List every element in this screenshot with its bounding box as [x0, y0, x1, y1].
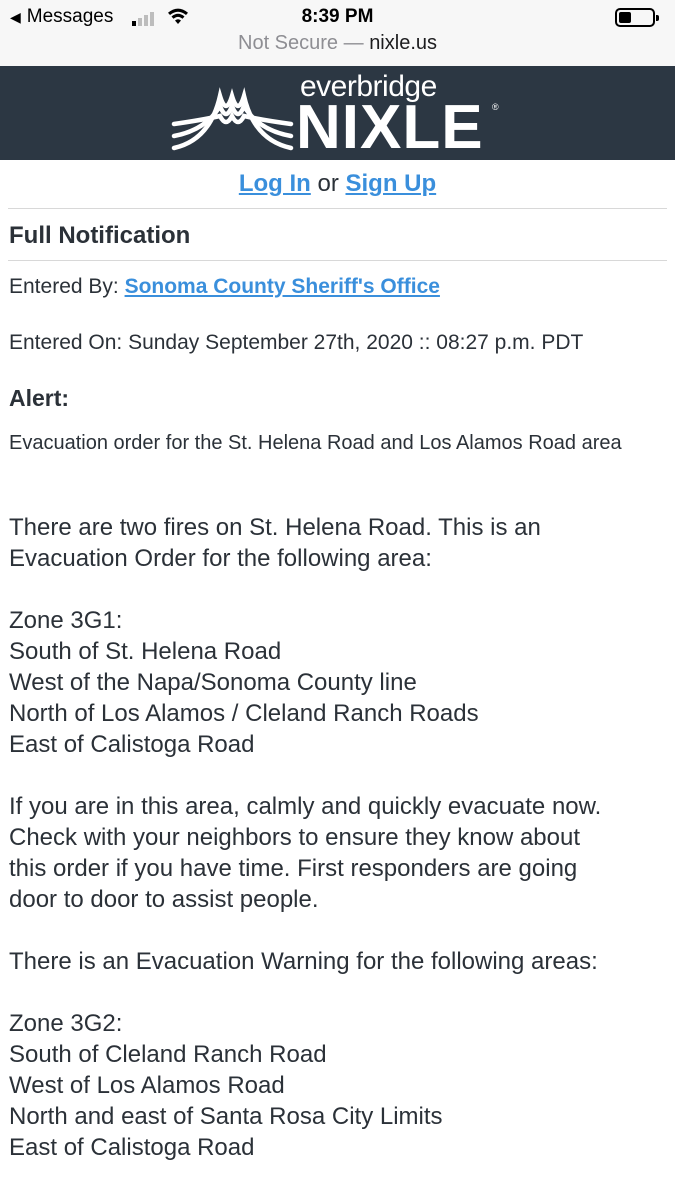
- entered-by: Entered By: Sonoma County Sheriff's Offi…: [9, 275, 440, 299]
- signup-link[interactable]: Sign Up: [346, 170, 437, 197]
- body-line: If you are in this area, calmly and quic…: [9, 793, 602, 820]
- brand-nixle: NIXLE: [296, 93, 484, 162]
- body-line: Evacuation Order for the following area:: [9, 545, 432, 572]
- login-link[interactable]: Log In: [239, 170, 311, 197]
- body-line: this order if you have time. First respo…: [9, 855, 578, 882]
- divider: [8, 208, 667, 209]
- registered-mark-icon: ®: [492, 102, 499, 112]
- url-separator: —: [338, 32, 370, 54]
- body-line: Check with your neighbors to ensure they…: [9, 824, 580, 851]
- body-line: West of Los Alamos Road: [9, 1072, 285, 1099]
- security-status: Not Secure: [238, 32, 339, 54]
- auth-or-text: or: [310, 170, 346, 197]
- body-line: There is an Evacuation Warning for the f…: [9, 948, 598, 975]
- body-line: West of the Napa/Sonoma County line: [9, 669, 417, 696]
- battery-icon: [615, 8, 659, 27]
- nixle-logo-icon[interactable]: [170, 76, 295, 156]
- status-time: 8:39 PM: [301, 6, 374, 27]
- url-bar[interactable]: Not Secure — nixle.us: [0, 30, 675, 66]
- body-line: North and east of Santa Rosa City Limits: [9, 1103, 443, 1130]
- alert-summary: Evacuation order for the St. Helena Road…: [9, 432, 622, 454]
- site-header: everbridge NIXLE ®: [0, 66, 675, 160]
- body-line: There are two fires on St. Helena Road. …: [9, 514, 541, 541]
- body-line: South of St. Helena Road: [9, 638, 282, 665]
- body-line: door to door to assist people.: [9, 886, 319, 913]
- body-line: Zone 3G2:: [9, 1010, 123, 1037]
- body-line: East of Calistoga Road: [9, 731, 255, 758]
- entered-on: Entered On: Sunday September 27th, 2020 …: [9, 331, 584, 354]
- status-bar: ◀ Messages 8:39 PM: [0, 0, 675, 34]
- body-line: Zone 3G1:: [9, 607, 123, 634]
- alert-heading: Alert:: [9, 385, 70, 411]
- url-domain: nixle.us: [369, 32, 437, 54]
- body-line: South of Cleland Ranch Road: [9, 1041, 327, 1068]
- body-line: North of Los Alamos / Cleland Ranch Road…: [9, 700, 479, 727]
- divider: [8, 260, 667, 261]
- auth-links: Log In or Sign Up: [0, 170, 675, 198]
- body-line: East of Calistoga Road: [9, 1134, 255, 1161]
- page-title: Full Notification: [9, 222, 191, 249]
- entered-by-label: Entered By:: [9, 275, 125, 298]
- agency-link[interactable]: Sonoma County Sheriff's Office: [125, 275, 440, 298]
- alert-body: There are two fires on St. Helena Road. …: [9, 512, 669, 1163]
